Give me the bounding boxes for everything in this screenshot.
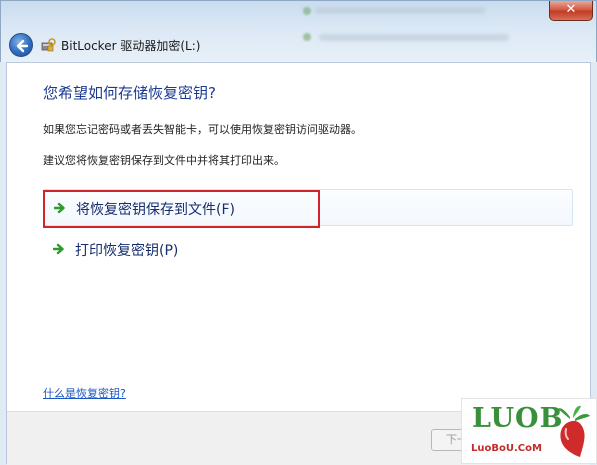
radish-icon xyxy=(558,405,590,457)
title-bar: ✕ BitLocker 驱动器加密(L:) xyxy=(0,0,597,62)
save-to-file-option[interactable]: 将恢复密钥保存到文件(F) xyxy=(43,189,573,226)
green-arrow-icon xyxy=(53,243,64,255)
print-key-option[interactable]: 打印恢复密钥(P) xyxy=(43,231,573,268)
print-key-label: 打印恢复密钥(P) xyxy=(75,243,179,259)
description-text: 如果您忘记密码或者丢失智能卡，可以使用恢复密钥访问驱动器。 xyxy=(43,123,362,136)
help-link-recovery-key[interactable]: 什么是恢复密钥? xyxy=(43,385,126,401)
window-title: BitLocker 驱动器加密(L:) xyxy=(61,39,201,53)
green-arrow-icon xyxy=(54,202,65,214)
watermark-url: LuoBoU.CoM xyxy=(471,443,542,454)
close-button[interactable]: ✕ xyxy=(549,1,593,21)
save-to-file-label: 将恢复密钥保存到文件(F) xyxy=(76,202,235,218)
page-heading: 您希望如何存储恢复密钥? xyxy=(43,84,216,102)
background-window-blur xyxy=(301,1,541,59)
back-button[interactable] xyxy=(9,33,33,57)
bitlocker-icon xyxy=(41,38,56,52)
suggestion-text: 建议您将恢复密钥保存到文件中并将其打印出来。 xyxy=(43,154,285,167)
watermark-logo: LUOB xyxy=(472,403,564,434)
back-arrow-icon xyxy=(16,39,29,53)
site-watermark: LUOB LuoBoU.CoM xyxy=(461,398,597,464)
